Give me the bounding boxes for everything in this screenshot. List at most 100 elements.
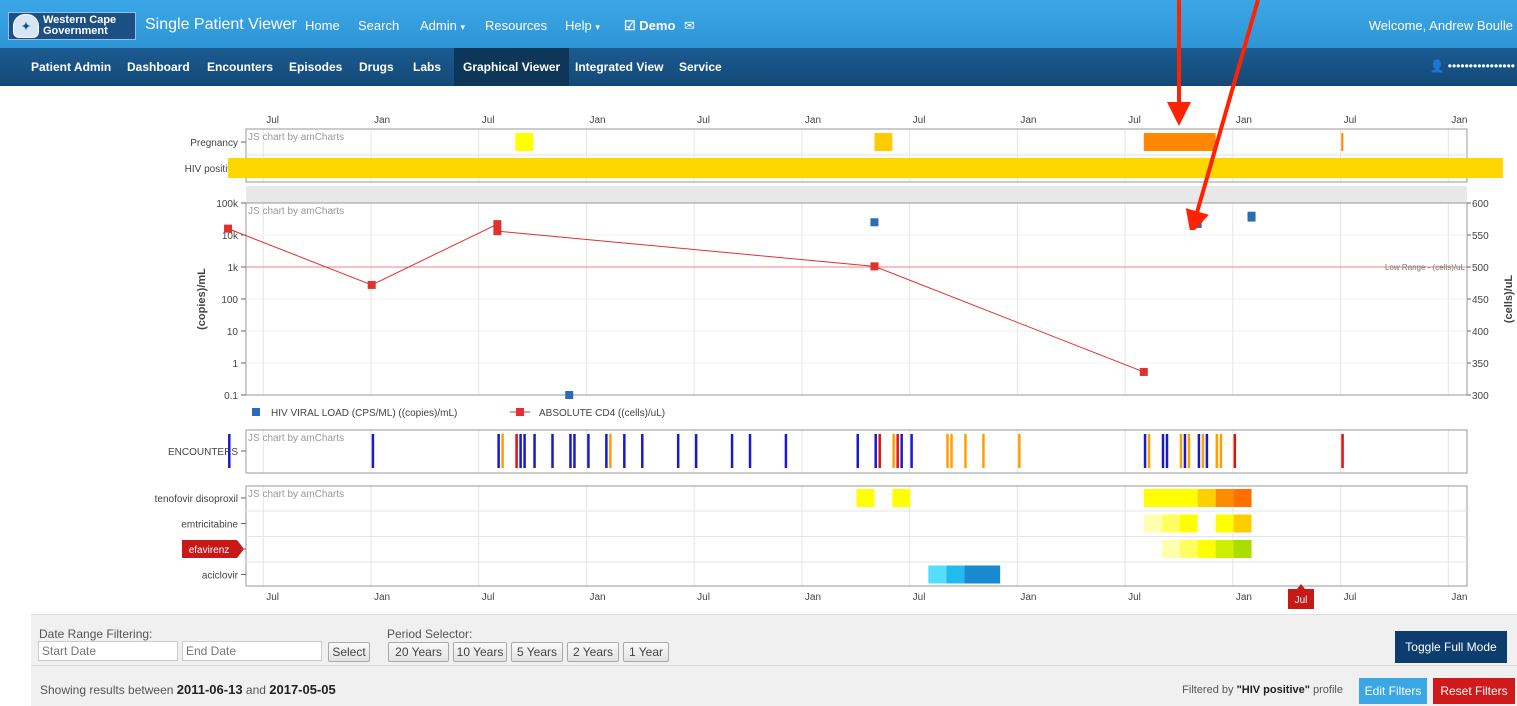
cd4-point	[367, 280, 376, 289]
date-range-label: Date Range Filtering:	[39, 627, 153, 641]
chart-scrollbar	[246, 186, 1467, 203]
encounter-mark	[1147, 434, 1151, 468]
select-button[interactable]: Select	[328, 642, 370, 662]
encounter-mark	[748, 434, 752, 468]
period-5-years-button[interactable]: 5 Years	[511, 642, 563, 662]
encounter-mark	[573, 434, 576, 468]
drug-row-label: aciclovir	[202, 571, 239, 582]
left-axis-tick: 10k	[222, 231, 239, 242]
time-tick-label-top: Jul	[1344, 115, 1357, 126]
legend-label-cd4: ABSOLUTE CD4 ((cells)/uL)	[539, 408, 665, 419]
encounter-mark	[533, 434, 536, 468]
nav-home[interactable]: Home	[305, 18, 340, 33]
edit-filters-button[interactable]: Edit Filters	[1359, 678, 1427, 704]
encounter-mark	[964, 434, 967, 468]
nav-admin[interactable]: Admin ▾	[420, 18, 465, 33]
right-axis-tick: 400	[1472, 327, 1489, 338]
period-2-years-button[interactable]: 2 Years	[567, 642, 619, 662]
amcharts-watermark: JS chart by amCharts	[248, 433, 344, 444]
drug-bar	[1215, 489, 1234, 507]
time-tick-label-bottom: Jan	[805, 592, 821, 603]
welcome-text[interactable]: Welcome, Andrew Boulle	[1369, 18, 1513, 33]
left-axis-tick: 1k	[227, 263, 239, 274]
drug-bar	[946, 565, 965, 584]
encounter-mark	[515, 434, 518, 468]
time-tick-label-top: Jul	[697, 115, 710, 126]
nav-resources[interactable]: Resources	[485, 18, 547, 33]
period-1-year-button[interactable]: 1 Year	[623, 642, 669, 662]
tab-encounters[interactable]: Encounters	[198, 48, 282, 86]
showing-prefix: Showing results between	[40, 683, 174, 697]
caret-down-icon: ▾	[460, 22, 466, 32]
tab-episodes[interactable]: Episodes	[280, 48, 351, 86]
drug-row-label: tenofovir disoproxil	[155, 494, 238, 505]
timeline-charts: Jul Jan Jul Jan Jul Jan Jul Jan Jul Jan Jul Jan JS c…	[155, 115, 1515, 609]
nav-search[interactable]: Search	[358, 18, 399, 33]
period-20-years-button[interactable]: 20 Years	[388, 642, 449, 662]
tab-integrated-view[interactable]: Integrated View	[566, 48, 672, 86]
encounter-mark	[519, 434, 522, 468]
nav-help-label: Help	[565, 18, 592, 33]
time-tick-label-bottom: Jul	[913, 592, 926, 603]
start-date-input[interactable]	[38, 641, 178, 661]
crest-icon: ✦	[13, 14, 39, 38]
time-tick-label-top: Jan	[1451, 115, 1467, 126]
result-start-date: 2011-06-13	[176, 682, 243, 697]
mail-icon[interactable]: ✉	[684, 18, 695, 34]
drug-bar	[1179, 514, 1198, 533]
right-axis-tick: 550	[1472, 231, 1489, 242]
app-brand[interactable]: Single Patient Viewer	[145, 16, 297, 34]
low-range-guide-label: Low Range - (cells)/uL	[1385, 263, 1466, 272]
filtered-by-prefix: Filtered by	[1182, 684, 1234, 696]
time-tick-label-bottom: Jul	[266, 592, 279, 603]
encounter-mark	[784, 434, 788, 468]
tab-service[interactable]: Service	[670, 48, 731, 86]
tab-labs[interactable]: Labs	[404, 48, 450, 86]
user-menu[interactable]: 👤 ••••••••••••••••	[1429, 59, 1515, 73]
left-axis-tick: 0.1	[224, 391, 238, 402]
cd4-point	[1139, 367, 1148, 376]
nav-demo[interactable]: ☑ Demo	[624, 18, 675, 34]
condition-bar	[515, 133, 534, 151]
time-tick-label-bottom: Jan	[374, 592, 390, 603]
encounter-mark	[1143, 434, 1147, 468]
encounter-mark	[910, 434, 913, 468]
filtered-by-text: Filtered by "HIV positive" profile	[1182, 684, 1343, 696]
western-cape-logo[interactable]: ✦ Western Cape Government	[8, 12, 136, 40]
time-tick-label-top: Jul	[1128, 115, 1141, 126]
drug-row-label: efavirenz	[189, 545, 230, 556]
encounter-mark	[694, 434, 698, 468]
period-10-years-button[interactable]: 10 Years	[453, 642, 507, 662]
encounter-mark	[497, 434, 500, 468]
viral-load-point	[870, 218, 879, 227]
time-tick-label-bottom: Jan	[1236, 592, 1252, 603]
time-tick-label-top: Jan	[374, 115, 390, 126]
drug-bar	[964, 565, 1001, 584]
time-tick-label-top: Jan	[589, 115, 605, 126]
time-tick-label-bottom: Jan	[1020, 592, 1036, 603]
cd4-point	[224, 224, 233, 233]
drug-bar	[928, 565, 947, 584]
reset-filters-button[interactable]: Reset Filters	[1433, 678, 1515, 704]
tab-patient-admin[interactable]: Patient Admin	[22, 48, 120, 86]
filter-bar: Date Range Filtering: Select Period Sele…	[31, 614, 1517, 706]
time-tick-label-bottom: Jul	[1344, 592, 1357, 603]
user-icon: 👤	[1429, 59, 1445, 73]
nav-demo-label: Demo	[639, 18, 676, 33]
encounter-mark	[900, 434, 903, 468]
encounter-mark	[569, 434, 572, 468]
toggle-full-mode-button[interactable]: Toggle Full Mode	[1395, 631, 1507, 663]
period-selector-label: Period Selector:	[387, 627, 473, 641]
tab-drugs[interactable]: Drugs	[350, 48, 403, 86]
drug-bar	[1215, 540, 1234, 558]
end-date-input[interactable]	[182, 641, 322, 661]
result-end-date: 2017-05-05	[269, 682, 336, 697]
tab-dashboard[interactable]: Dashboard	[118, 48, 199, 86]
tab-graphical-viewer[interactable]: Graphical Viewer	[454, 48, 570, 86]
logo-line-2: Government	[43, 25, 108, 37]
drug-bar	[1161, 514, 1180, 533]
nav-help[interactable]: Help ▾	[565, 18, 600, 33]
filter-profile: "HIV positive"	[1236, 684, 1310, 696]
encounter-mark	[609, 434, 612, 468]
encounter-mark	[1165, 434, 1169, 468]
